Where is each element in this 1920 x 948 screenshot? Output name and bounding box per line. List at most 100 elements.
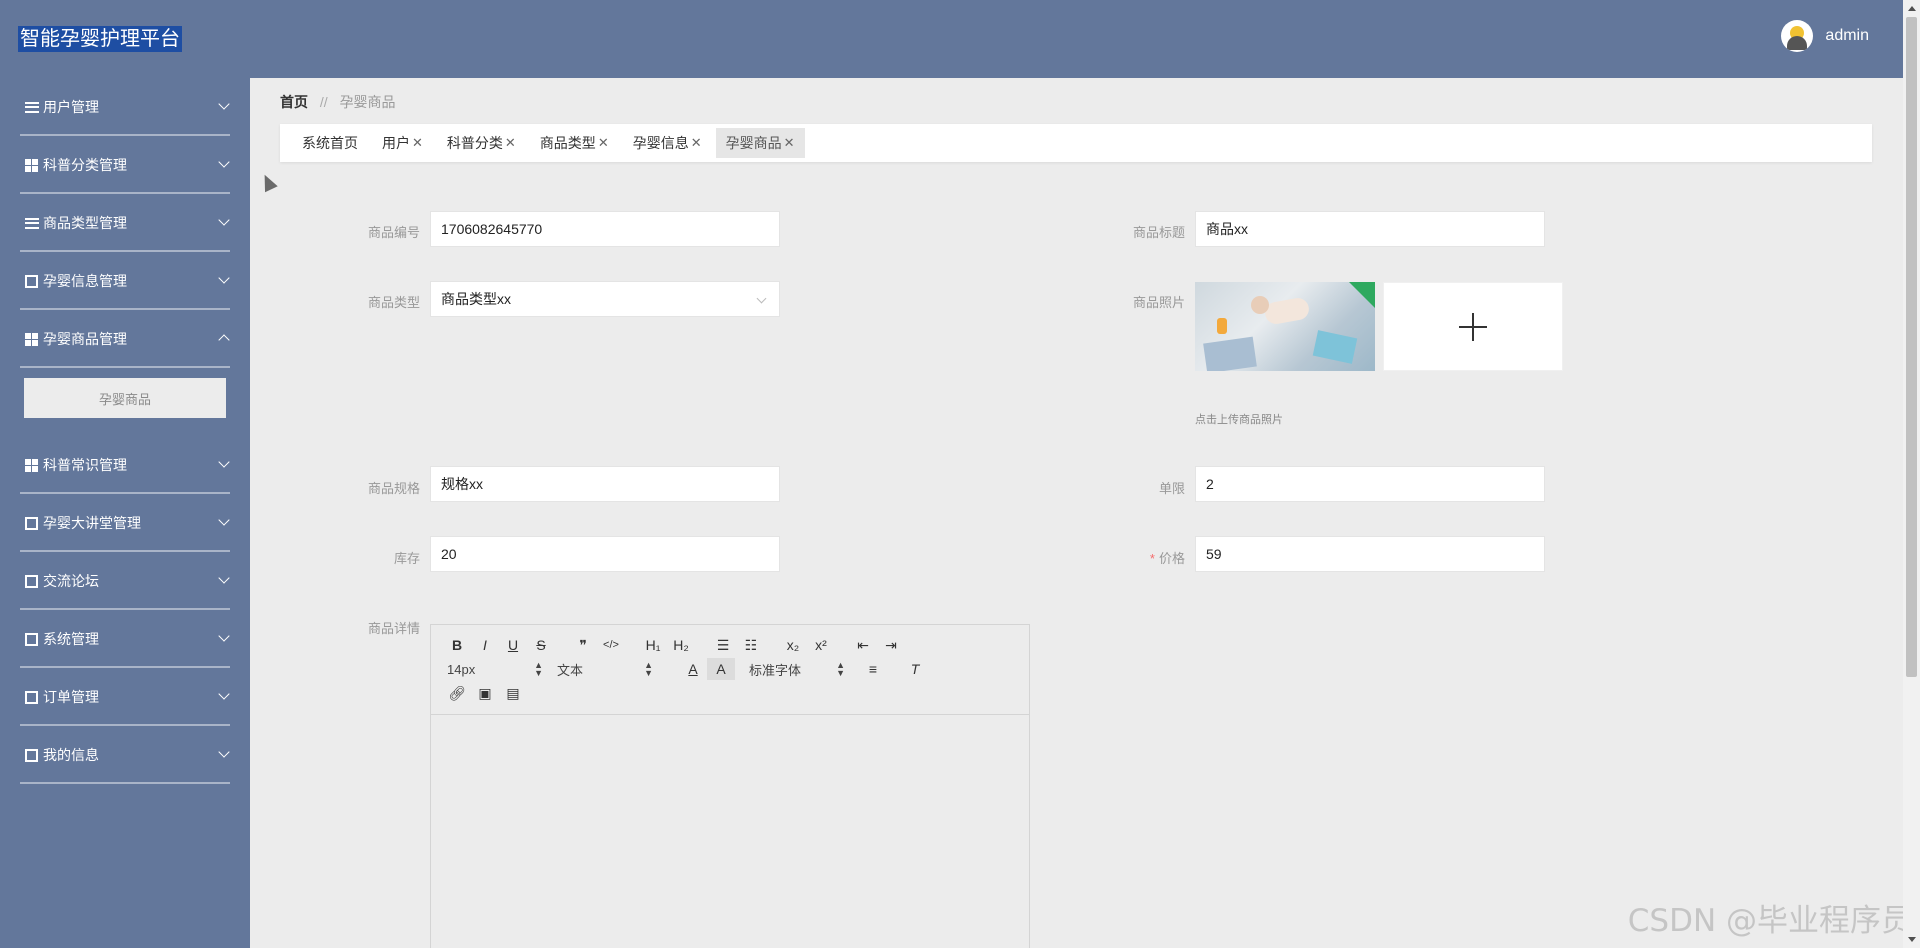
bullet-list-icon[interactable]: ☷ xyxy=(737,634,765,656)
breadcrumb-home[interactable]: 首页 xyxy=(280,94,308,110)
close-icon[interactable]: ✕ xyxy=(691,135,702,151)
tab-system-home[interactable]: 系统首页 xyxy=(292,128,368,158)
product-spec-label: 商品规格 xyxy=(367,481,420,496)
chevron-down-icon xyxy=(218,214,230,226)
subscript-button[interactable]: x₂ xyxy=(779,634,807,656)
tab-baby-info[interactable]: 孕婴信息 ✕ xyxy=(623,128,712,158)
tab-product-type[interactable]: 商品类型 ✕ xyxy=(530,128,619,158)
chevron-down-icon xyxy=(218,156,230,168)
clear-format-icon[interactable]: T xyxy=(901,658,929,680)
sidebar-item-my-info[interactable]: 我的信息 xyxy=(0,726,250,784)
close-icon[interactable]: ✕ xyxy=(412,135,423,151)
required-mark: * xyxy=(1149,551,1155,566)
chevron-down-icon xyxy=(218,688,230,700)
grid-icon xyxy=(24,332,39,346)
italic-button[interactable]: I xyxy=(471,634,499,656)
briefcase-icon xyxy=(24,632,39,646)
header-format-select[interactable]: 文本 ▲ ▼ xyxy=(557,658,653,680)
thumbs-up-icon xyxy=(24,574,39,588)
grid-icon xyxy=(24,458,39,472)
sidebar: 用户管理 科普分类管理 商品类型管理 孕婴信息管理 孕婴商品管理 孕婴商品 科普… xyxy=(0,78,250,948)
tab-label: 系统首页 xyxy=(302,135,358,151)
sidebar-item-baby-product[interactable]: 孕婴商品管理 xyxy=(0,310,250,368)
editor-content-area[interactable] xyxy=(431,715,1029,948)
font-family-select[interactable]: 标准字体 ▲ ▼ xyxy=(749,658,845,680)
close-icon[interactable]: ✕ xyxy=(598,135,609,151)
sidebar-item-science-knowledge[interactable]: 科普常识管理 xyxy=(0,436,250,494)
scroll-down-icon[interactable] xyxy=(1908,937,1916,942)
sidebar-item-label: 科普分类管理 xyxy=(43,157,127,173)
tab-label: 孕婴信息 xyxy=(632,135,689,151)
chevron-down-icon xyxy=(218,572,230,584)
background-color-icon[interactable]: A xyxy=(707,658,735,680)
plus-icon-vertical xyxy=(1472,312,1474,341)
product-photo-label: 商品照片 xyxy=(1132,295,1185,310)
close-icon[interactable]: ✕ xyxy=(784,135,795,151)
updown-icon: ▲ ▼ xyxy=(644,660,653,678)
list-icon xyxy=(24,217,39,230)
superscript-button[interactable]: x² xyxy=(807,634,835,656)
sidebar-item-label: 商品类型管理 xyxy=(43,215,127,231)
vertical-scrollbar[interactable] xyxy=(1903,0,1920,948)
font-family-value: 标准字体 xyxy=(749,662,802,678)
product-type-label: 商品类型 xyxy=(367,295,420,310)
scrollbar-thumb[interactable] xyxy=(1906,17,1917,677)
scroll-up-icon[interactable] xyxy=(1908,6,1916,11)
sidebar-item-user-management[interactable]: 用户管理 xyxy=(0,78,250,136)
ordered-list-icon[interactable]: ☰ xyxy=(709,634,737,656)
video-icon[interactable]: ▤ xyxy=(499,682,527,704)
font-size-select[interactable]: 14px ▲ ▼ xyxy=(447,658,543,680)
product-photo-thumbnail[interactable] xyxy=(1195,282,1375,371)
tab-baby-product[interactable]: 孕婴商品 ✕ xyxy=(715,128,805,158)
product-type-value: 商品类型xx xyxy=(441,291,511,307)
outdent-icon[interactable]: ⇤ xyxy=(849,634,877,656)
sidebar-item-label: 孕婴大讲堂管理 xyxy=(43,515,141,531)
product-spec-input[interactable] xyxy=(430,466,780,502)
image-icon[interactable]: ▣ xyxy=(471,682,499,704)
underline-button[interactable]: U xyxy=(499,634,527,656)
sidebar-item-label: 我的信息 xyxy=(43,747,99,763)
sidebar-item-product-type[interactable]: 商品类型管理 xyxy=(0,194,250,252)
product-type-select[interactable]: 商品类型xx xyxy=(430,281,780,317)
chevron-down-icon xyxy=(756,293,767,304)
sidebar-item-forum[interactable]: 交流论坛 xyxy=(0,552,250,610)
sidebar-item-label: 用户管理 xyxy=(43,99,99,115)
limit-input[interactable] xyxy=(1195,466,1545,502)
bold-button[interactable]: B xyxy=(443,634,471,656)
sidebar-item-science-category[interactable]: 科普分类管理 xyxy=(0,136,250,194)
sidebar-item-baby-info[interactable]: 孕婴信息管理 xyxy=(0,252,250,310)
tab-science-category[interactable]: 科普分类 ✕ xyxy=(437,128,526,158)
clipboard-icon xyxy=(24,516,39,530)
credit-card-icon xyxy=(24,748,39,762)
breadcrumb-separator: // xyxy=(319,94,328,110)
photo-upload-button[interactable] xyxy=(1383,282,1563,371)
font-color-icon[interactable]: A xyxy=(679,658,707,680)
username[interactable]: admin xyxy=(1825,27,1869,45)
sidebar-item-system[interactable]: 系统管理 xyxy=(0,610,250,668)
blockquote-button[interactable]: ❞ xyxy=(569,634,597,656)
strike-button[interactable]: S xyxy=(527,634,555,656)
product-no-input[interactable] xyxy=(430,211,780,247)
align-left-icon[interactable]: ≡ xyxy=(859,658,887,680)
sidebar-item-label: 科普常识管理 xyxy=(43,457,127,473)
top-header: 智能孕婴护理平台 admin xyxy=(0,0,1903,78)
user-menu[interactable]: admin xyxy=(1781,20,1869,52)
avatar[interactable] xyxy=(1781,20,1814,52)
product-title-label: 商品标题 xyxy=(1132,225,1185,240)
list-icon xyxy=(24,101,39,114)
h2-button[interactable]: H₂ xyxy=(667,634,695,656)
h1-button[interactable]: H₁ xyxy=(639,634,667,656)
product-title-input[interactable] xyxy=(1195,211,1545,247)
tab-user[interactable]: 用户 ✕ xyxy=(372,128,433,158)
submenu-item-baby-product[interactable]: 孕婴商品 xyxy=(24,378,226,418)
code-block-button[interactable]: </> xyxy=(597,634,625,656)
close-icon[interactable]: ✕ xyxy=(505,135,516,151)
sidebar-item-orders[interactable]: 订单管理 xyxy=(0,668,250,726)
stock-input[interactable] xyxy=(430,536,780,572)
indent-icon[interactable]: ⇥ xyxy=(877,634,905,656)
sidebar-item-label: 孕婴信息管理 xyxy=(43,273,127,289)
sidebar-item-lecture[interactable]: 孕婴大讲堂管理 xyxy=(0,494,250,552)
price-input[interactable] xyxy=(1195,536,1545,572)
link-icon[interactable]: 🔗︎ xyxy=(443,682,471,704)
rich-text-editor: B I U S ❞ </> H₁ H₂ ☰ ☷ x₂ x² ⇤ ⇥ 14px ▲… xyxy=(430,624,1030,948)
